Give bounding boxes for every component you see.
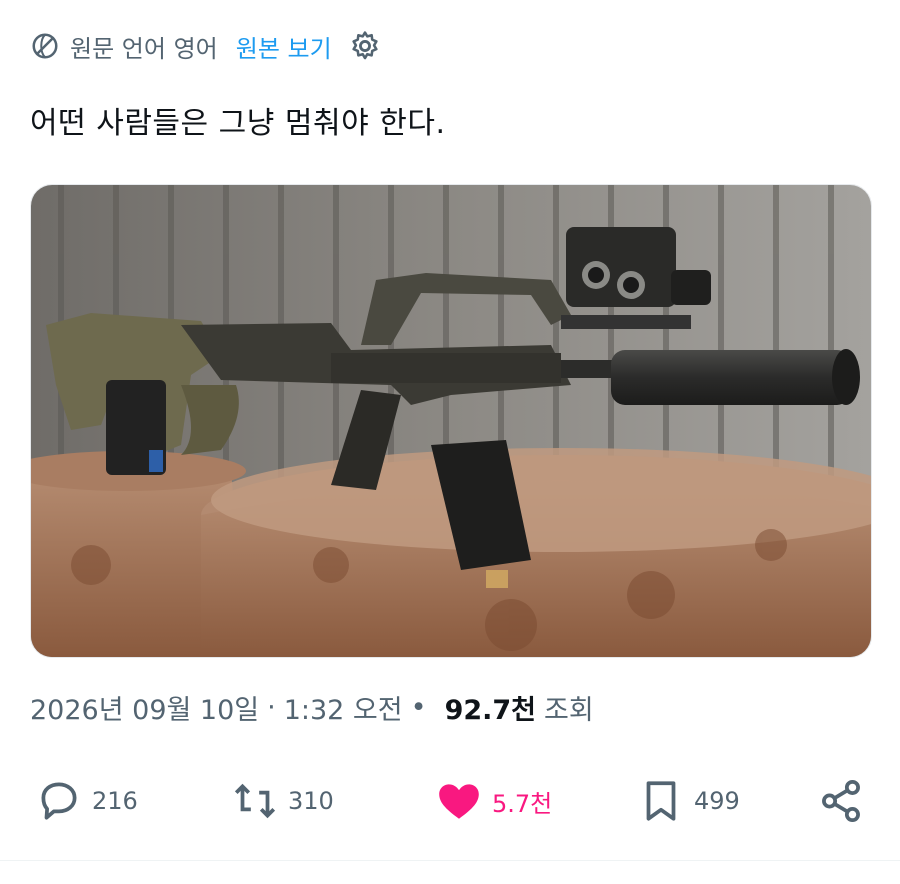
heart-icon xyxy=(439,784,479,819)
translation-bar: 원문 언어 영어 원본 보기 xyxy=(30,26,382,66)
bookmark-button[interactable]: 499 xyxy=(636,776,740,826)
repost-button[interactable]: 310 xyxy=(230,776,334,826)
post-time[interactable]: 1:32 오전 xyxy=(284,688,403,727)
repost-icon xyxy=(234,783,276,819)
post-image[interactable] xyxy=(30,184,872,658)
rifle-photo xyxy=(31,185,871,657)
source-language-label: 원문 언어 영어 xyxy=(70,34,218,63)
reply-button[interactable]: 216 xyxy=(34,776,138,826)
views-label: 조회 xyxy=(544,695,594,726)
post-date[interactable]: 2026년 09월 10일 xyxy=(30,688,259,727)
post-text: 어떤 사람들은 그냥 멈춰야 한다. xyxy=(30,106,446,141)
globe-translate-icon xyxy=(32,33,58,59)
share-icon xyxy=(822,779,860,823)
views-count[interactable]: 92.7천 xyxy=(445,688,536,727)
reply-count: 216 xyxy=(92,787,138,815)
gear-icon[interactable] xyxy=(348,29,382,63)
meta-dot: • xyxy=(410,692,427,723)
bookmark-count: 499 xyxy=(694,787,740,815)
show-original-link[interactable]: 원본 보기 xyxy=(236,29,332,64)
like-button[interactable]: 5.7천 xyxy=(434,776,552,826)
reply-icon xyxy=(41,782,77,820)
divider xyxy=(0,860,900,861)
repost-count: 310 xyxy=(288,787,334,815)
meta-separator: · xyxy=(267,692,276,723)
action-bar: 216 310 5.7천 499 xyxy=(0,768,900,838)
post-meta: 2026년 09월 10일 · 1:32 오전 • 92.7천 조회 xyxy=(30,688,594,727)
bookmark-icon xyxy=(646,781,676,821)
like-count: 5.7천 xyxy=(492,789,553,818)
share-button[interactable] xyxy=(816,776,866,826)
